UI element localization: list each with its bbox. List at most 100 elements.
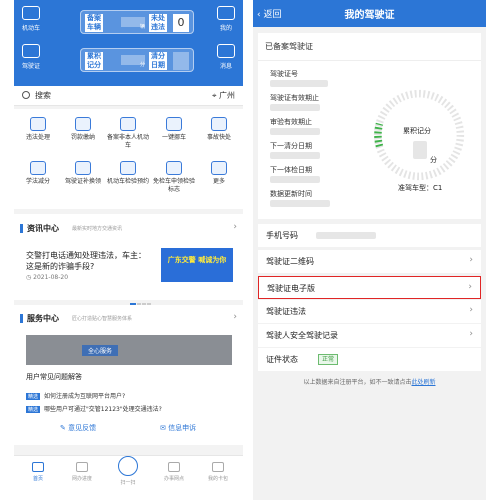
row-e-license[interactable]: 驾驶证电子版 ›	[258, 276, 481, 299]
tab-wallet[interactable]: 我的卡包	[198, 462, 238, 482]
license-screen: ‹ 返回 我的驾驶证 已备案驾驶证 驾驶证号 驾驶证有效期止 审验有效期止 下一…	[253, 0, 486, 500]
grid-label: 驾驶证补换领	[64, 178, 101, 185]
feedback-button[interactable]: ✎ 意见反馈	[60, 423, 96, 433]
banner-text: 广东交警 喊诚为你	[167, 256, 227, 264]
grid-label: 违法处理	[25, 134, 50, 141]
redacted-value	[270, 80, 328, 87]
card-icon	[75, 161, 91, 175]
chevron-right-icon: ›	[468, 282, 472, 292]
news-title: 资讯中心	[27, 224, 59, 233]
card-heading: 已备案驾驶证	[265, 42, 313, 51]
service-banner-image[interactable]: 全心服务	[26, 335, 232, 365]
news-subtitle: 最新实时地方交通资讯	[72, 226, 123, 232]
search-icon	[22, 91, 30, 99]
card2-label-c: 清分	[149, 52, 167, 61]
location-selector[interactable]: ⌖ 广州	[212, 90, 235, 101]
grid-item-study[interactable]: 学法减分	[17, 161, 59, 186]
redacted-points	[413, 141, 427, 159]
grid-label: 机动车检验预约	[107, 178, 150, 185]
grid-item-move-car[interactable]: 一键挪车	[153, 117, 195, 142]
header-left-nav: 机动车 驾驶证	[18, 6, 44, 82]
row-label: 驾驶人安全驾驶记录	[266, 331, 338, 340]
complaint-label: 信息申诉	[168, 424, 197, 432]
row-safe-record[interactable]: 驾驶人安全驾驶记录 ›	[258, 324, 481, 347]
violation-count: 0	[173, 14, 189, 32]
grid-item-more[interactable]: 更多	[198, 161, 240, 186]
service-grid: 违法处理 罚款缴纳 备案非本人机动车 一键挪车 事故快处 学法减分 驾驶证补换领…	[14, 109, 243, 209]
home-icon	[32, 462, 44, 472]
row-phone: 手机号码	[258, 224, 481, 247]
user-icon	[217, 6, 235, 20]
page-title: 我的驾驶证	[344, 10, 395, 21]
field-valid-until: 驾驶证有效期止	[270, 94, 319, 102]
news-banner[interactable]: 广东交警 喊诚为你	[161, 248, 233, 282]
search-input[interactable]: 搜索	[35, 90, 51, 101]
chevron-right-icon: ›	[469, 329, 473, 339]
license-icon	[22, 44, 40, 58]
vehicle-card[interactable]: 备案 车辆 辆 未处 违法 0	[80, 10, 194, 34]
tab-scan[interactable]: 扫一扫	[108, 456, 148, 486]
field-next-checkup: 下一体检日期	[270, 166, 312, 174]
faq-item[interactable]: 精选 如何注册成为互联网平台用户?	[26, 391, 125, 400]
grid-item-exempt[interactable]: 免检车申领检验标志	[153, 161, 195, 194]
card2-label-a: 累积	[85, 52, 103, 61]
vehicle-icon	[22, 6, 40, 20]
divider	[258, 60, 481, 61]
grid-item-register[interactable]: 备案非本人机动车	[107, 117, 149, 150]
card2-label-d: 日期	[149, 61, 167, 70]
points-card[interactable]: 累积 记分 分 清分 日期	[80, 48, 194, 72]
chevron-right-icon: ›	[469, 255, 473, 265]
chevron-right-icon[interactable]: ›	[233, 312, 237, 322]
tab-progress[interactable]: 网办进度	[62, 462, 102, 482]
service-tag: 全心服务	[82, 345, 119, 356]
refresh-link[interactable]: 此处刷新	[412, 379, 436, 386]
faq-item[interactable]: 精选 哪些用户可通过"交管12123"处理交通违法?	[26, 404, 162, 413]
complaint-button[interactable]: ✉ 信息申诉	[160, 423, 196, 433]
card1-label-d: 违法	[149, 23, 167, 32]
row-label: 手机号码	[266, 231, 298, 240]
grid-item-renew[interactable]: 驾驶证补换领	[62, 161, 104, 186]
news-section: 资讯中心 最新实时地方交通资讯 › 交警打电话通知处理违法，车主：这是新的诈骗手…	[14, 214, 243, 305]
home-header: 机动车 驾驶证 我的 消息 备案 车辆 辆 未处 违法 0 累积 记分 分 清分…	[14, 0, 243, 86]
row-violations[interactable]: 驾驶证违法 ›	[258, 300, 481, 323]
nav-license[interactable]: 驾驶证	[18, 61, 44, 70]
note-text: 以上数据来自注册平台，如不一致请点击	[303, 379, 412, 386]
service-section: 服务中心 匠心打造贴心智慧服务体系 › 全心服务 用户常见问题解答 精选 如何注册…	[14, 305, 243, 445]
car-icon	[30, 117, 46, 131]
field-next-clear-date: 下一清分日期	[270, 142, 312, 150]
field-updated-time: 数据更新时间	[270, 190, 312, 198]
nav-vehicle[interactable]: 机动车	[18, 23, 44, 32]
redacted-value	[270, 200, 330, 207]
section-marker	[20, 224, 23, 233]
faq-title: 用户常见问题解答	[26, 373, 82, 381]
grid-item-inspection[interactable]: 机动车检验预约	[107, 161, 149, 186]
row-qrcode[interactable]: 驾驶证二维码 ›	[258, 250, 481, 273]
grid-label: 事故快处	[206, 134, 231, 141]
search-bar[interactable]: 搜索 ⌖ 广州	[14, 86, 243, 106]
faq-chip: 精选	[26, 393, 41, 400]
mail-icon	[217, 44, 235, 58]
tab-home[interactable]: 首页	[18, 462, 58, 482]
grid-item-accident[interactable]: 事故快处	[198, 117, 240, 142]
bottom-tab-bar: 首页 网办进度 扫一扫 办事网点 我的卡包	[14, 455, 243, 500]
redacted-value	[270, 104, 320, 111]
card1-label-b: 车辆	[85, 23, 103, 32]
redacted-date	[173, 52, 189, 70]
redacted-value	[270, 176, 320, 183]
redacted-value	[270, 152, 320, 159]
row-label: 驾驶证违法	[266, 307, 306, 316]
grid-item-fine[interactable]: 罚款缴纳	[62, 117, 104, 142]
wallet-icon	[212, 462, 224, 472]
grid-item-violation[interactable]: 违法处理	[17, 117, 59, 142]
news-date-value: 2021-08-20	[33, 274, 69, 281]
chevron-right-icon[interactable]: ›	[233, 222, 237, 232]
grid-label: 学法减分	[25, 178, 50, 185]
tab-offices[interactable]: 办事网点	[154, 462, 194, 482]
badge-icon	[166, 161, 182, 175]
location-label: 广州	[219, 91, 235, 100]
nav-messages[interactable]: 消息	[213, 61, 239, 70]
news-headline[interactable]: 交警打电话通知处理违法，车主：这是新的诈骗手段?	[26, 250, 146, 272]
card1-unit: 辆	[139, 24, 145, 30]
nav-mine[interactable]: 我的	[213, 23, 239, 32]
redacted-phone	[316, 232, 376, 239]
